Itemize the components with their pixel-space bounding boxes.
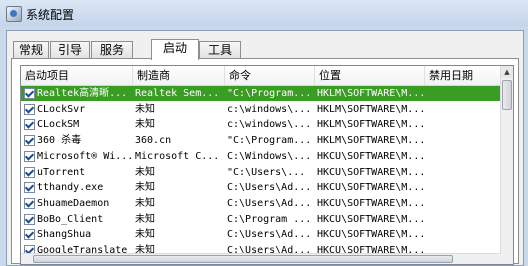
vertical-scrollbar[interactable]: ▲ [500, 66, 513, 264]
startup-tab-content: 启动项目 制造商 命令 位置 禁用日期 Realtek高清晰... Realtek… [11, 59, 519, 265]
cell-location: HKCU\SOFTWARE\M... [317, 166, 426, 178]
cell-manufacturer: 未知 [135, 182, 155, 194]
cell-command: C:\Users\Ad... [227, 229, 312, 241]
table-row[interactable]: ShangShua 未知 C:\Users\Ad... HKCU\SOFTWARE\M… [21, 227, 501, 242]
startup-item-checkbox[interactable] [24, 103, 35, 115]
cell-manufacturer: 未知 [135, 166, 155, 178]
system-config-icon [6, 6, 22, 22]
cell-location: HKCU\SOFTWARE\M... [317, 182, 426, 194]
column-header-location[interactable]: 位置 [315, 66, 425, 85]
cell-location: HKLM\SOFTWARE\M... [317, 119, 426, 131]
cell-startup-item: Realtek高清晰... [37, 88, 128, 99]
cell-location: HKCU\SOFTWARE\M... [317, 229, 426, 241]
cell-manufacturer: 360.cn [135, 135, 172, 147]
cell-location: HKCU\SOFTWARE\M... [317, 213, 426, 225]
cell-manufacturer: 未知 [135, 197, 155, 209]
table-row[interactable]: uTorrent 未知 "C:\Users\... HKCU\SOFTWARE\M..… [21, 165, 501, 180]
cell-startup-item: ShuameDaemon [37, 197, 110, 209]
cell-command: "C:\Program... [227, 135, 312, 147]
cell-startup-item: 360 杀毒 [37, 135, 82, 147]
table-row[interactable]: BoBo_Client 未知 C:\Program ... HKCU\SOFTWARE… [21, 212, 501, 227]
title-bar: 系统配置 [0, 0, 528, 26]
column-header-date-disabled[interactable]: 禁用日期 [425, 66, 501, 85]
column-header-manufacturer[interactable]: 制造商 [133, 66, 225, 85]
table-row[interactable]: Realtek高清晰... Realtek Sem... "C:\Program..… [21, 86, 501, 101]
cell-startup-item: BoBo_Client [37, 213, 104, 225]
horizontal-scroll-thumb[interactable] [33, 255, 453, 263]
cell-startup-item: ShangShua [37, 229, 92, 241]
dialog-panel: 常规 引导 服务 启动 工具 启动项目 制造商 命令 位置 禁用日期 Realt… [6, 30, 524, 266]
cell-location: HKCU\SOFTWARE\M... [317, 197, 426, 209]
startup-item-checkbox[interactable] [24, 229, 35, 241]
tab-strip: 常规 引导 服务 启动 工具 [11, 39, 519, 60]
cell-location: HKLM\SOFTWARE\M... [317, 135, 426, 147]
tab-startup[interactable]: 启动 [151, 39, 199, 60]
tab-tools[interactable]: 工具 [199, 41, 241, 59]
cell-command: C:\Program ... [227, 213, 312, 225]
cell-manufacturer: Microsoft C... [135, 150, 220, 162]
table-row[interactable]: CLockSM 未知 c:\windows\... HKLM\SOFTWARE\M..… [21, 117, 501, 132]
table-row[interactable]: Microsoft® Wi... Microsoft C... C:\Windows… [21, 149, 501, 164]
startup-item-checkbox[interactable] [24, 119, 35, 131]
scroll-up-arrow-icon[interactable]: ▲ [501, 66, 513, 78]
column-header-startup-item[interactable]: 启动项目 [21, 66, 133, 85]
startup-item-checkbox[interactable] [24, 182, 35, 194]
table-row[interactable]: 360 杀毒 360.cn "C:\Program... HKLM\SOFTWARE\… [21, 133, 501, 148]
cell-command: C:\Users\Ad... [227, 182, 312, 194]
cell-command: "C:\Users\... [227, 166, 306, 178]
cell-command: "C:\Program... [227, 88, 312, 99]
list-header: 启动项目 制造商 命令 位置 禁用日期 [21, 66, 501, 86]
startup-item-checkbox[interactable] [24, 150, 35, 162]
table-row[interactable]: tthandy.exe 未知 C:\Users\Ad... HKCU\SOFTWARE… [21, 180, 501, 195]
cell-location: HKLM\SOFTWARE\M... [317, 103, 426, 115]
cell-manufacturer: Realtek Sem... [135, 88, 220, 99]
table-row[interactable]: CLockSvr 未知 c:\windows\... HKLM\SOFTWARE\M.… [21, 102, 501, 117]
startup-item-checkbox[interactable] [24, 166, 35, 178]
cell-startup-item: Microsoft® Wi... [37, 150, 134, 162]
cell-location: HKLM\SOFTWARE\M... [317, 88, 426, 99]
cell-startup-item: tthandy.exe [37, 182, 104, 194]
startup-item-checkbox[interactable] [24, 135, 35, 147]
cell-manufacturer: 未知 [135, 103, 155, 115]
cell-manufacturer: 未知 [135, 213, 155, 225]
horizontal-scrollbar[interactable] [21, 253, 501, 264]
cell-manufacturer: 未知 [135, 119, 155, 131]
tab-boot[interactable]: 引导 [50, 41, 90, 59]
column-header-command[interactable]: 命令 [225, 66, 315, 85]
tab-general[interactable]: 常规 [13, 41, 49, 59]
startup-item-checkbox[interactable] [24, 213, 35, 225]
window-title: 系统配置 [26, 8, 75, 22]
tab-services[interactable]: 服务 [91, 41, 133, 59]
table-row[interactable]: ShuameDaemon 未知 C:\Users\Ad... HKCU\SOFTWAR… [21, 196, 501, 211]
vertical-scroll-thumb[interactable] [502, 80, 512, 110]
cell-manufacturer: 未知 [135, 229, 155, 241]
cell-command: c:\windows\... [227, 119, 312, 131]
cell-startup-item: CLockSvr [37, 103, 86, 115]
cell-command: C:\Windows\... [227, 150, 312, 162]
cell-startup-item: CLockSM [37, 119, 80, 131]
startup-item-checkbox[interactable] [24, 197, 35, 209]
cell-startup-item: uTorrent [37, 166, 86, 178]
startup-items-list[interactable]: 启动项目 制造商 命令 位置 禁用日期 Realtek高清晰... Realtek… [20, 65, 514, 265]
cell-command: C:\Users\Ad... [227, 197, 312, 209]
startup-item-checkbox[interactable] [24, 88, 35, 99]
cell-location: HKCU\SOFTWARE\M... [317, 150, 426, 162]
cell-command: c:\windows\... [227, 103, 312, 115]
